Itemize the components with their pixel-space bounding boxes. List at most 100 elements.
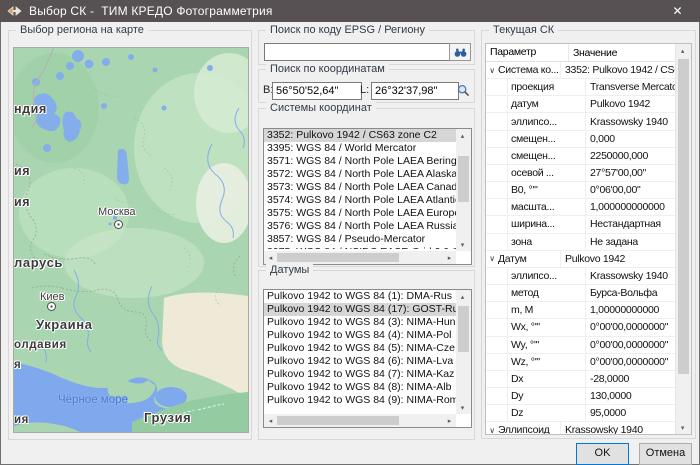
region-map[interactable]: ндия ия ия Москва ларусь Киев Украина ол…: [14, 48, 248, 432]
table-row[interactable]: Wz, °'"0°00'00,0000000": [486, 354, 676, 371]
title-bar[interactable]: Выбор СК - ТИМ КРЕДО Фотограмметрия ✕: [0, 0, 700, 22]
table-row[interactable]: B0, °'"0°06'00,00": [486, 182, 676, 199]
datums-horizontal-scrollbar[interactable]: ◂ ▸: [264, 414, 456, 427]
epsg-search-group: Поиск по коду EPSG / Региону: [258, 30, 475, 65]
cancel-button[interactable]: Отмена: [639, 443, 692, 465]
cs-list-item[interactable]: 3575: WGS 84 / North Pole LAEA Europe: [264, 207, 456, 220]
value-cell: 0°06'00,00": [586, 184, 676, 196]
l-input[interactable]: [371, 82, 459, 100]
cs-horizontal-scrollbar[interactable]: ◂ ▸: [264, 251, 456, 264]
dialog-window: { "window": { "title": "Выбор СК - ТИМ К…: [0, 0, 700, 465]
table-row[interactable]: m, M 1,00000000000: [486, 302, 676, 319]
param-cell: m, M: [511, 304, 533, 316]
table-row[interactable]: масшта...1,000000000000: [486, 199, 676, 216]
cs-vscroll-thumb[interactable]: [458, 156, 469, 202]
value-cell: Pulkovo 1942: [586, 98, 676, 110]
value-cell: Transverse Mercator: [586, 81, 676, 93]
value-cell: 95,0000: [586, 407, 676, 419]
cs-list-item[interactable]: 3574: WGS 84 / North Pole LAEA Atlantic: [264, 194, 456, 207]
datum-list-item[interactable]: Pulkovo 1942 to WGS 84 (5): NIMA-Cze: [264, 342, 456, 355]
epsg-search-input[interactable]: [264, 43, 454, 61]
param-cell: метод: [511, 287, 539, 299]
table-row[interactable]: ∨ДатумPulkovo 1942: [486, 251, 676, 268]
coord-search-group: Поиск по координатам B: L:: [258, 69, 475, 103]
value-cell: -28,0000: [586, 373, 676, 385]
cs-list-item[interactable]: 3857: WGS 84 / Pseudo-Mercator: [264, 233, 456, 246]
table-row[interactable]: датумPulkovo 1942: [486, 96, 676, 113]
datums-vscroll-thumb[interactable]: [458, 306, 469, 352]
param-cell: Wx, °'": [511, 321, 540, 333]
expander-icon[interactable]: ∨: [486, 254, 498, 263]
value-cell: 1,000000000000: [586, 201, 676, 213]
table-row[interactable]: смещен...2250000,000: [486, 148, 676, 165]
table-row[interactable]: ширина...Нестандартная: [486, 216, 676, 233]
datum-list-item[interactable]: Pulkovo 1942 to WGS 84 (8): NIMA-Alb: [264, 381, 456, 394]
close-icon[interactable]: ✕: [655, 0, 700, 22]
datum-list-item[interactable]: Pulkovo 1942 to WGS 84 (6): NIMA-Lva: [264, 355, 456, 368]
map-label-partial-1: я: [14, 359, 21, 371]
table-row[interactable]: Wy, °'"0°00'00,0000000": [486, 337, 676, 354]
datums-listbox: Pulkovo 1942 to WGS 84 (1): DMA-Rus Pulk…: [263, 289, 472, 428]
table-row[interactable]: методБурса-Вольфа: [486, 285, 676, 302]
table-row[interactable]: Dx-28,0000: [486, 371, 676, 388]
table-row[interactable]: ∨ЭллипсоидKrassowsky 1940: [486, 422, 676, 435]
datum-list-item[interactable]: Pulkovo 1942 to WGS 84 (7): NIMA-Kaz: [264, 368, 456, 381]
expander-icon[interactable]: ∨: [486, 66, 498, 75]
param-cell: эллипсо...: [511, 270, 557, 282]
column-header-param[interactable]: Параметр: [486, 44, 569, 61]
coord-search-button[interactable]: [453, 82, 473, 98]
table-row[interactable]: Dy130,0000: [486, 388, 676, 405]
datums-hscroll-thumb[interactable]: [277, 416, 399, 425]
scroll-down-icon[interactable]: ▾: [456, 401, 469, 414]
table-row[interactable]: эллипсо...Krassowsky 1940: [486, 268, 676, 285]
scroll-up-icon[interactable]: ▴: [676, 44, 689, 57]
scroll-down-icon[interactable]: ▾: [676, 421, 689, 434]
datum-list-item[interactable]: Pulkovo 1942 to WGS 84 (9): NIMA-Rom: [264, 394, 456, 407]
scroll-right-icon[interactable]: ▸: [443, 414, 456, 427]
table-row[interactable]: проекцияTransverse Mercator: [486, 79, 676, 96]
scroll-right-icon[interactable]: ▸: [443, 251, 456, 264]
datum-list-item[interactable]: Pulkovo 1942 to WGS 84 (17): GOST-Rus: [264, 303, 456, 316]
table-row[interactable]: смещен...0,000: [486, 131, 676, 148]
magnifier-icon: [457, 84, 470, 97]
table-row[interactable]: эллипсо...Krassowsky 1940: [486, 113, 676, 130]
table-vscroll-thumb[interactable]: [678, 59, 689, 374]
table-row[interactable]: Dz95,0000: [486, 405, 676, 422]
param-cell: зона: [511, 236, 532, 248]
map-label-partial-2: ия: [14, 414, 29, 426]
datums-group: Датумы Pulkovo 1942 to WGS 84 (1): DMA-R…: [258, 270, 475, 440]
epsg-search-button[interactable]: [449, 43, 471, 61]
datum-list-item[interactable]: Pulkovo 1942 to WGS 84 (3): NIMA-Hun: [264, 316, 456, 329]
scroll-up-icon[interactable]: ▴: [456, 129, 469, 142]
datum-list-item[interactable]: Pulkovo 1942 to WGS 84 (1): DMA-Rus: [264, 290, 456, 303]
binoculars-icon: [454, 47, 467, 58]
cs-list-item[interactable]: 3572: WGS 84 / North Pole LAEA Alaska: [264, 168, 456, 181]
ok-button[interactable]: OK: [576, 443, 629, 465]
expander-icon[interactable]: ∨: [486, 426, 498, 435]
cs-hscroll-thumb[interactable]: [277, 253, 399, 262]
cs-list-item-partial[interactable]: 3975: WGS 84 / NSIDC EASE-Grid 2.0 Globa…: [264, 246, 456, 249]
value-cell: 1,00000000000: [586, 304, 676, 316]
param-cell: Dy: [511, 390, 523, 402]
table-row[interactable]: ∨Система ко...3352: Pulkovo 1942 / CS63 …: [486, 62, 676, 79]
cs-list-item[interactable]: 3571: WGS 84 / North Pole LAEA Bering Se…: [264, 155, 456, 168]
cs-list-item[interactable]: 3352: Pulkovo 1942 / CS63 zone C2: [264, 129, 456, 142]
scroll-left-icon[interactable]: ◂: [264, 414, 277, 427]
scroll-left-icon[interactable]: ◂: [264, 251, 277, 264]
param-cell: осевой ...: [511, 167, 554, 179]
cs-list-item[interactable]: 3395: WGS 84 / World Mercator: [264, 142, 456, 155]
table-row[interactable]: зонаНе задана: [486, 234, 676, 251]
cs-list-item[interactable]: 3573: WGS 84 / North Pole LAEA Canada: [264, 181, 456, 194]
cs-list-item[interactable]: 3576: WGS 84 / North Pole LAEA Russia: [264, 220, 456, 233]
datums-vertical-scrollbar[interactable]: ▴ ▾: [456, 290, 471, 414]
scroll-down-icon[interactable]: ▾: [456, 238, 469, 251]
scroll-up-icon[interactable]: ▴: [456, 290, 469, 303]
datum-list-item[interactable]: Pulkovo 1942 to WGS 84 (4): NIMA-Pol: [264, 329, 456, 342]
cs-vertical-scrollbar[interactable]: ▴ ▾: [456, 129, 471, 251]
column-header-value[interactable]: Значение: [569, 47, 676, 59]
b-input[interactable]: [272, 82, 362, 100]
table-vertical-scrollbar[interactable]: ▴ ▾: [675, 44, 691, 434]
param-cell: Эллипсоид: [498, 424, 550, 435]
table-row[interactable]: Wx, °'"0°00'00,0000000": [486, 319, 676, 336]
table-row[interactable]: осевой ...27°57'00,00": [486, 165, 676, 182]
